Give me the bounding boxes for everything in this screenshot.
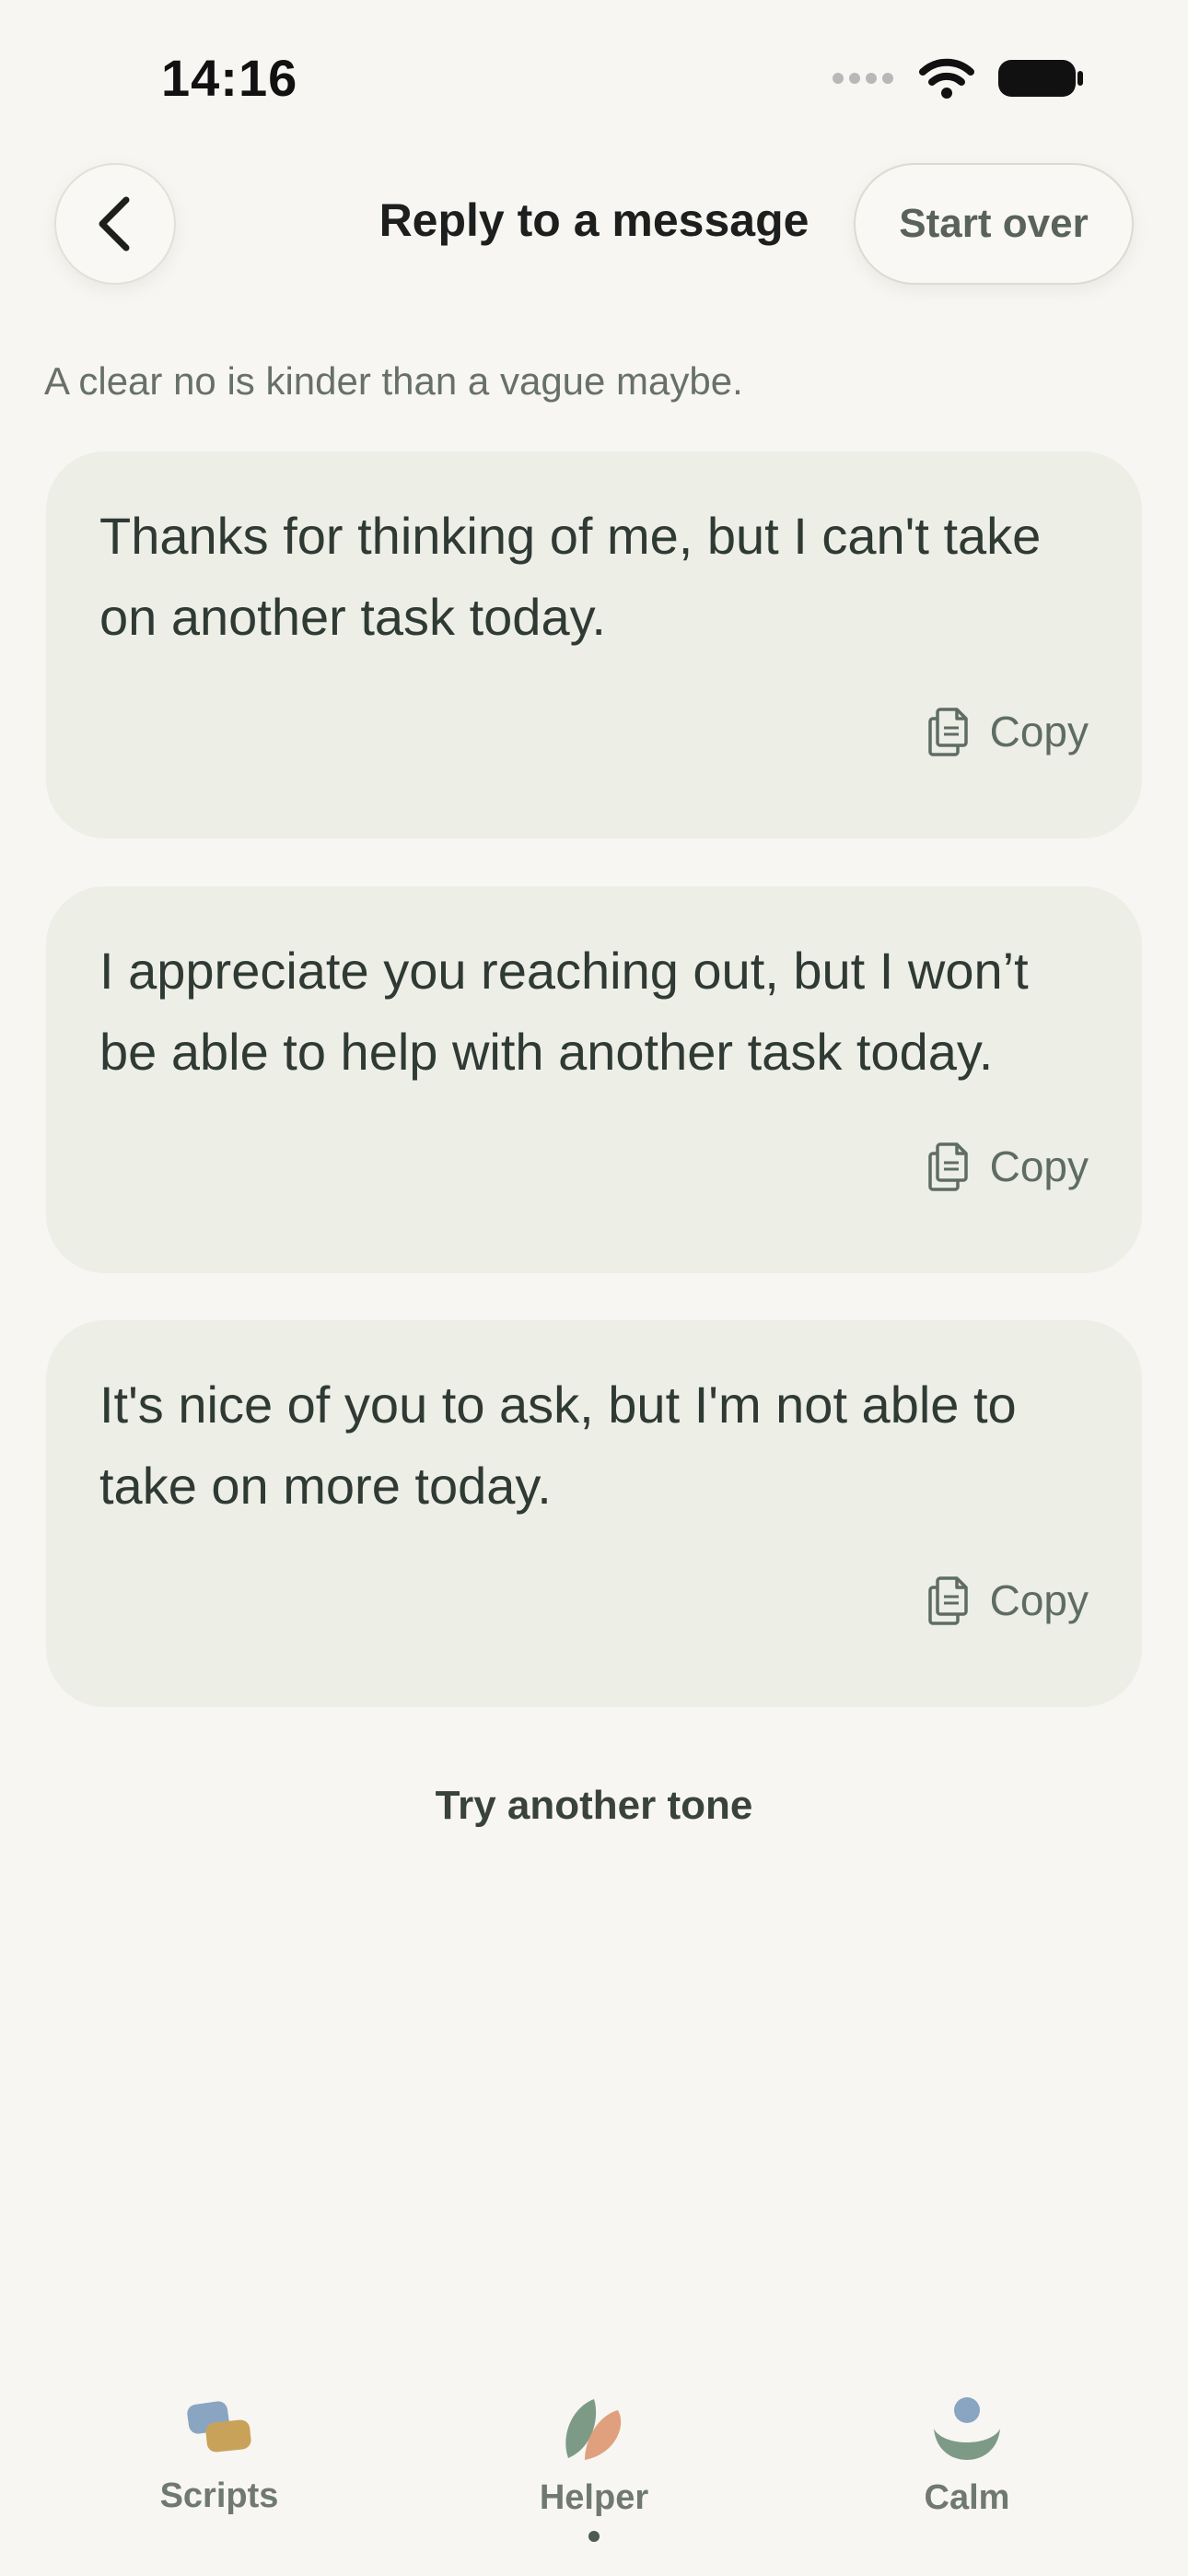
- subtitle: A clear no is kinder than a vague maybe.: [44, 359, 743, 403]
- reply-text: Thanks for thinking of me, but I can't t…: [99, 507, 1042, 646]
- copy-button[interactable]: Copy: [927, 1141, 1089, 1192]
- tab-label: Helper: [539, 2478, 649, 2517]
- page-title: Reply to a message: [379, 194, 809, 246]
- reply-card: I appreciate you reaching out, but I won…: [46, 886, 1142, 1273]
- wifi-icon: [919, 58, 974, 99]
- tab-label: Scripts: [159, 2476, 279, 2515]
- tab-calm[interactable]: Calm: [847, 2395, 1087, 2518]
- status-time: 14:16: [161, 49, 298, 107]
- start-over-button[interactable]: Start over: [854, 163, 1134, 285]
- copy-button[interactable]: Copy: [927, 1575, 1089, 1626]
- scripts-icon: [187, 2401, 251, 2453]
- back-button[interactable]: [54, 163, 176, 285]
- tab-scripts[interactable]: Scripts: [99, 2395, 339, 2516]
- calm-icon: [934, 2397, 1000, 2460]
- status-icons: [831, 57, 1085, 100]
- reply-card: Thanks for thinking of me, but I can't t…: [46, 451, 1142, 838]
- reply-text: I appreciate you reaching out, but I won…: [99, 942, 1029, 1081]
- helper-icon: [565, 2399, 622, 2460]
- reply-text: It's nice of you to ask, but I'm not abl…: [99, 1376, 1017, 1515]
- copy-label: Copy: [989, 1142, 1089, 1190]
- try-another-tone-button[interactable]: Try another tone: [396, 1783, 792, 1829]
- active-tab-indicator: [588, 2531, 600, 2542]
- chevron-left-icon: [99, 196, 130, 252]
- copy-label: Copy: [989, 1576, 1089, 1624]
- copy-icon: [927, 708, 968, 756]
- reply-card: It's nice of you to ask, but I'm not abl…: [46, 1320, 1142, 1707]
- signal-dots-icon: [833, 73, 893, 84]
- battery-icon: [998, 60, 1083, 97]
- copy-icon: [927, 1576, 968, 1625]
- copy-button[interactable]: Copy: [927, 706, 1089, 757]
- tab-bar: Scripts Helper Calm: [0, 2359, 1188, 2576]
- status-bar: 14:16: [0, 0, 1188, 147]
- tab-label: Calm: [924, 2478, 1010, 2517]
- tab-helper[interactable]: Helper: [474, 2395, 714, 2542]
- copy-label: Copy: [989, 708, 1089, 755]
- copy-icon: [927, 1142, 968, 1191]
